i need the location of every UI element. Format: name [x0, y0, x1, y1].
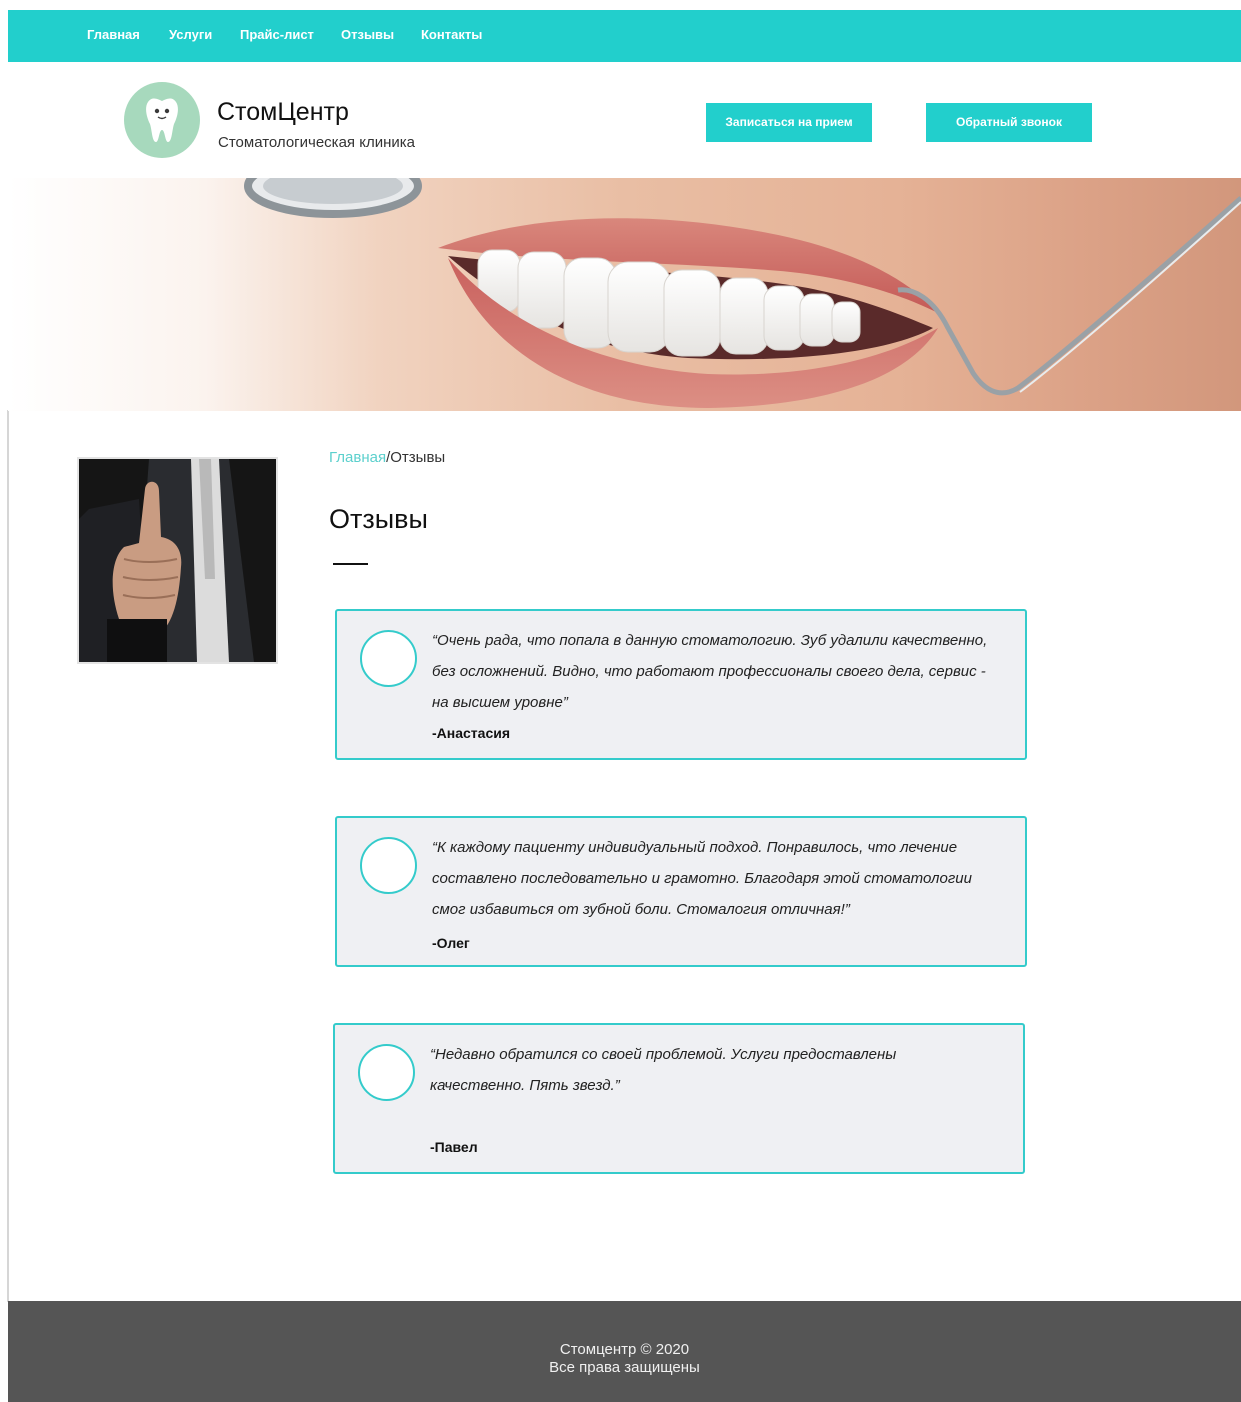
nav-item-services[interactable]: Услуги	[169, 27, 212, 42]
review-card: “Недавно обратился со своей проблемой. У…	[333, 1023, 1025, 1174]
review-text: “Очень рада, что попала в данную стомато…	[432, 632, 988, 711]
review-card: “Очень рада, что попала в данную стомато…	[335, 609, 1027, 760]
page-title: Отзывы	[329, 504, 428, 534]
reviewer-avatar	[358, 1044, 415, 1101]
review-text: “К каждому пациенту индивидуальный подхо…	[432, 839, 972, 918]
reviewer-avatar	[360, 630, 417, 687]
footer-copyright: Стомцентр © 2020	[559, 1341, 690, 1358]
top-navigation: Главная Услуги Прайс-лист Отзывы Контакт…	[8, 10, 1241, 62]
nav-item-contacts[interactable]: Контакты	[421, 27, 482, 42]
breadcrumb-home-link[interactable]: Главная	[329, 449, 386, 466]
sidebar-thumbs-up-photo	[77, 457, 278, 664]
review-author: -Анастасия	[432, 725, 511, 741]
review-author: -Павел	[430, 1139, 478, 1155]
callback-button[interactable]: Обратный звонок	[926, 103, 1092, 142]
site-logo[interactable]	[124, 82, 200, 158]
review-author: -Олег	[432, 935, 470, 951]
review-card: “К каждому пациенту индивидуальный подхо…	[335, 816, 1027, 967]
nav-item-price-list[interactable]: Прайс-лист	[240, 27, 314, 42]
page-left-border	[7, 410, 9, 1302]
footer-rights: Все права защищены	[549, 1359, 700, 1376]
brand-subtitle: Стоматологическая клиника	[218, 134, 415, 151]
title-underline	[333, 563, 368, 565]
breadcrumb: Главная/Отзывы	[329, 449, 445, 466]
nav-item-home[interactable]: Главная	[87, 27, 140, 42]
site-footer: Стомцентр © 2020 Все права защищены	[8, 1301, 1241, 1402]
reviewer-avatar	[360, 837, 417, 894]
brand-title: СтомЦентр	[217, 98, 349, 126]
review-text: “Недавно обратился со своей проблемой. У…	[430, 1046, 897, 1094]
hero-banner-image	[8, 178, 1241, 411]
appointment-button[interactable]: Записаться на прием	[706, 103, 872, 142]
nav-item-reviews[interactable]: Отзывы	[341, 27, 394, 42]
tooth-icon	[146, 98, 178, 142]
breadcrumb-current: Отзывы	[390, 449, 446, 466]
